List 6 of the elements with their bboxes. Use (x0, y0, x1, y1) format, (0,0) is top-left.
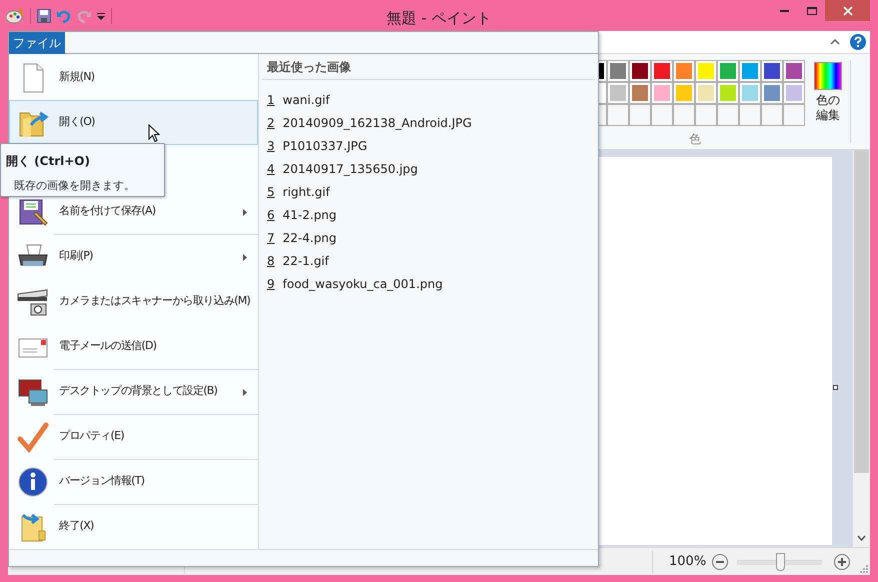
recent-heading: 最近使った画像 (262, 58, 595, 80)
tooltip-title: 開く (Ctrl+O) (6, 153, 91, 170)
zoom-percent: 100% (669, 552, 706, 571)
tooltip-description: 既存の画像を開きます。 (13, 178, 136, 194)
group-label: 色 (689, 131, 701, 148)
window-title: 無題 - ペイント (386, 8, 492, 29)
